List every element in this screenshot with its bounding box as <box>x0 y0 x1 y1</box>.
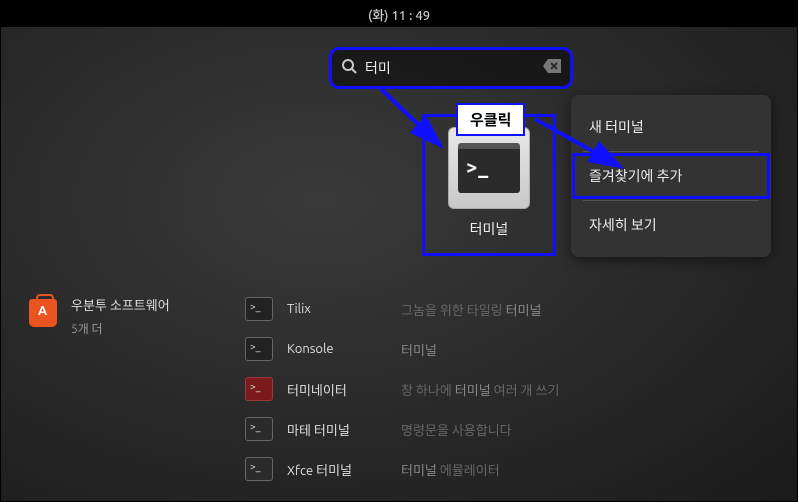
terminal-icon <box>245 297 273 321</box>
result-name: Konsole <box>287 342 387 356</box>
result-item[interactable]: 마테 터미널 명령문을 사용합니다 <box>245 411 559 447</box>
result-name: 터미네이터 <box>287 380 387 399</box>
clear-search-icon[interactable] <box>543 59 561 77</box>
menu-new-terminal[interactable]: 새 터미널 <box>571 103 771 151</box>
app-label: 터미널 <box>429 219 549 239</box>
result-desc: 창 하나에 터미널 여러 개 쓰기 <box>401 380 559 399</box>
context-menu: 새 터미널 즐겨찾기에 추가 자세히 보기 <box>571 95 771 257</box>
result-item[interactable]: Konsole 터미널 <box>245 331 559 367</box>
terminal-icon <box>245 337 273 361</box>
result-desc: 그놈을 위한 타일링 터미널 <box>401 300 542 319</box>
software-category[interactable]: 우분투 소프트웨어 5개 더 <box>29 295 170 337</box>
result-item[interactable]: Tilix 그놈을 위한 타일링 터미널 <box>245 291 559 327</box>
app-result-terminal[interactable]: 터미널 <box>429 121 549 249</box>
result-name: Xfce 터미널 <box>287 460 387 479</box>
result-name: 마테 터미널 <box>287 420 387 439</box>
result-item[interactable]: 터미네이터 창 하나에 터미널 여러 개 쓰기 <box>245 371 559 407</box>
result-desc: 명령문을 사용합니다 <box>401 420 512 439</box>
search-input[interactable]: 터미 <box>331 49 571 87</box>
terminal-icon <box>245 417 273 441</box>
menu-details[interactable]: 자세히 보기 <box>571 201 771 249</box>
terminal-icon <box>245 457 273 481</box>
top-bar: (화) 11 : 49 <box>1 1 797 27</box>
menu-add-favorite[interactable]: 즐겨찾기에 추가 <box>571 152 771 200</box>
terminal-icon <box>448 127 530 209</box>
clock-text: (화) 11 : 49 <box>368 5 430 24</box>
terminal-icon <box>245 377 273 401</box>
category-more: 5개 더 <box>71 320 170 337</box>
category-title: 우분투 소프트웨어 <box>71 295 170 314</box>
result-desc: 터미널 <box>401 340 437 359</box>
annotation-right-click: 우클릭 <box>456 103 525 136</box>
result-desc: 터미널 에뮬레이터 <box>401 460 500 479</box>
search-icon <box>341 58 357 78</box>
result-name: Tilix <box>287 302 387 316</box>
software-icon <box>29 299 57 327</box>
software-results: Tilix 그놈을 위한 타일링 터미널 Konsole 터미널 터미네이터 창… <box>245 291 559 487</box>
search-value: 터미 <box>365 58 543 78</box>
result-item[interactable]: Xfce 터미널 터미널 에뮬레이터 <box>245 451 559 487</box>
